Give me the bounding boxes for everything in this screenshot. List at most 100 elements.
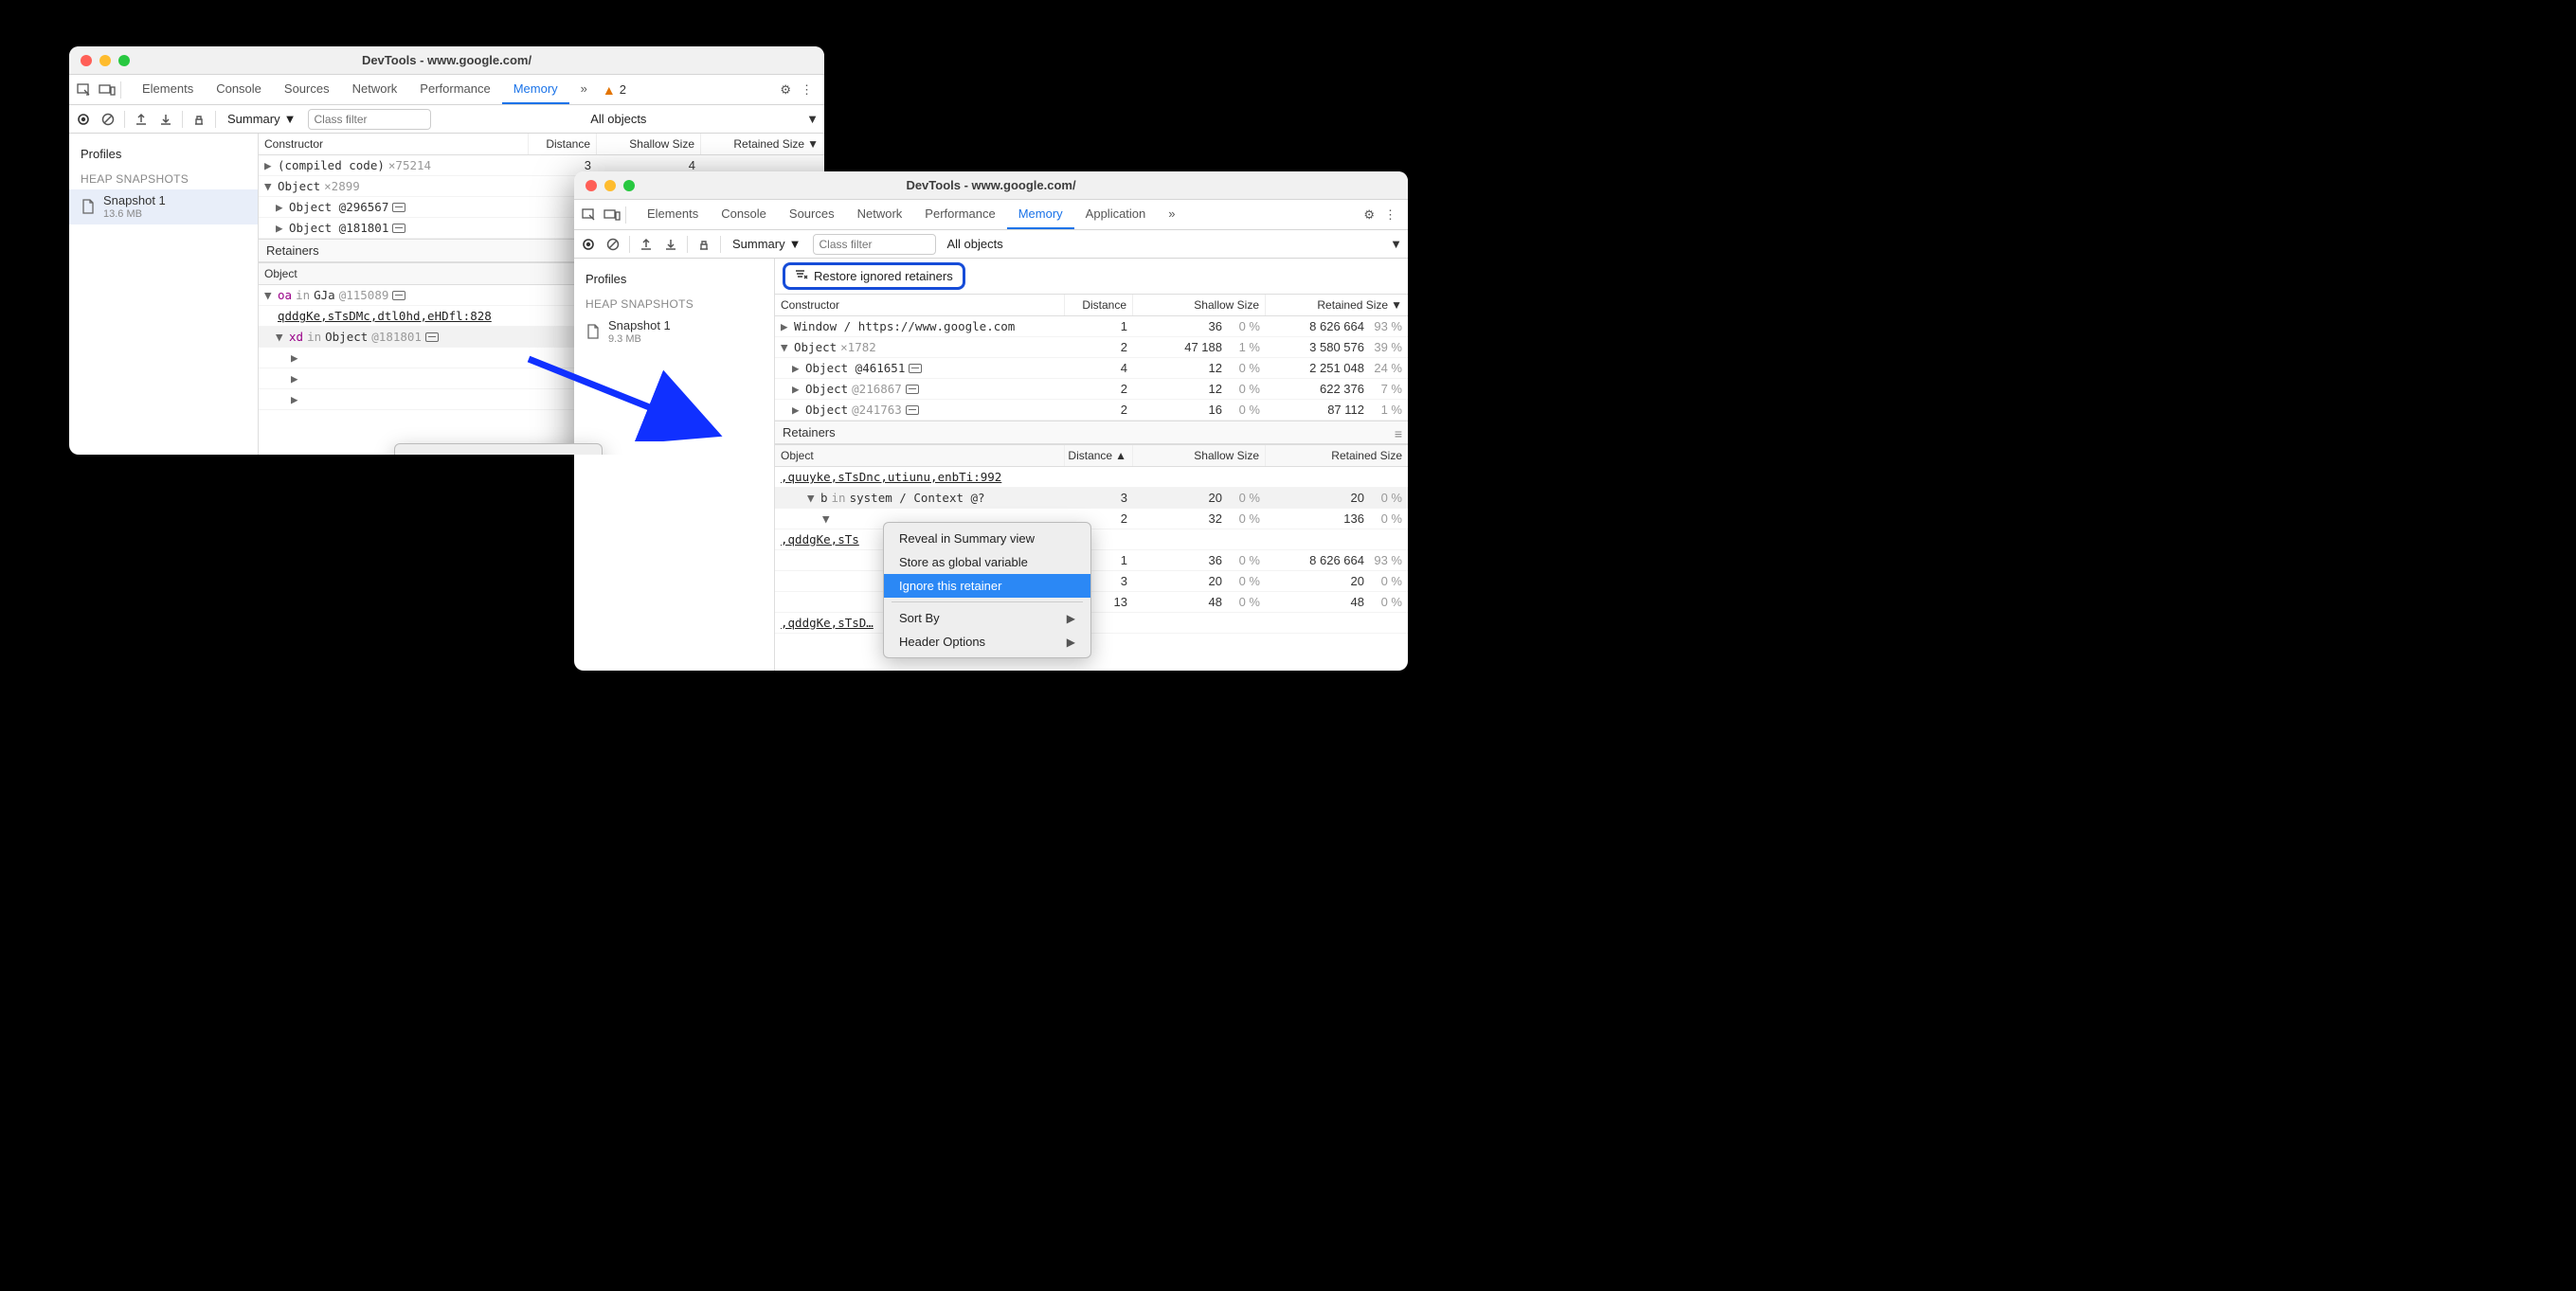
col-distance[interactable]: Distance▲ [1065,445,1133,466]
issues-badge[interactable]: ▲2 [603,75,626,104]
tab-console[interactable]: Console [205,75,273,104]
col-shallow[interactable]: Shallow Size [597,134,701,154]
import-icon[interactable] [157,111,174,128]
export-icon[interactable] [133,111,150,128]
table-row[interactable]: 13480 %480 % [775,592,1408,613]
titlebar[interactable]: DevTools - www.google.com/ [69,46,824,75]
object-icon [909,364,922,373]
export-icon[interactable] [638,236,655,253]
sidebar-item-snapshot[interactable]: Snapshot 1 13.6 MB [69,189,258,224]
tab-network[interactable]: Network [341,75,409,104]
col-retained[interactable]: Retained Size [1266,445,1408,466]
grid-rows: ▶ Window / https://www.google.com1360 %8… [775,316,1408,421]
col-constructor[interactable]: Constructor [775,295,1065,315]
ctx-reveal[interactable]: Reveal in Summary view [884,527,1090,550]
sidebar-toggle-icon[interactable]: ≡ [1395,426,1402,441]
tab-application[interactable]: Application [1074,200,1158,229]
minimize-icon[interactable] [99,55,111,66]
ctx-header-options[interactable]: Header Options▶ [884,630,1090,654]
device-toggle-icon[interactable] [98,81,117,99]
close-icon[interactable] [81,55,92,66]
sort-desc-icon: ▼ [807,137,819,151]
col-shallow[interactable]: Shallow Size [1133,295,1266,315]
divider [182,111,183,128]
table-row[interactable]: ,quuyke,sTsDnc,utiunu,enbTi:992 [775,467,1408,488]
divider [625,206,626,224]
scope-select[interactable]: All objects [586,110,650,128]
chevron-down-icon[interactable]: ▼ [1390,237,1402,251]
gear-icon[interactable]: ⚙ [780,82,791,98]
table-row[interactable]: ▶ Object @461651 4120 %2 251 04824 % [775,358,1408,379]
inspect-icon[interactable] [75,81,94,99]
table-row[interactable]: ▶ Object @216867 2120 %622 3767 % [775,379,1408,400]
col-retained[interactable]: Retained Size ▼ [1266,295,1408,315]
tab-elements[interactable]: Elements [131,75,205,104]
sidebar-item-snapshot[interactable]: Snapshot 19.3 MB [574,314,774,350]
ctx-reveal[interactable]: Reveal in Summary view [395,448,602,455]
table-row[interactable]: ,qddgKe,sTsD… [775,613,1408,634]
table-row[interactable]: ▼ 2320 %1360 % [775,509,1408,529]
gear-icon[interactable]: ⚙ [1363,207,1375,223]
record-icon[interactable] [75,111,92,128]
tab-sources[interactable]: Sources [778,200,846,229]
clear-icon[interactable] [604,236,621,253]
chevron-down-icon: ▼ [789,237,802,251]
import-icon[interactable] [662,236,679,253]
chevron-right-icon: ▶ [1067,636,1075,649]
clear-icon[interactable] [99,111,117,128]
kebab-icon[interactable]: ⋮ [801,82,813,98]
table-row[interactable]: 3200 %200 % [775,571,1408,592]
tab-console[interactable]: Console [710,200,778,229]
titlebar[interactable]: DevTools - www.google.com/ [574,171,1408,200]
table-row[interactable]: ▶ Window / https://www.google.com1360 %8… [775,316,1408,337]
table-row[interactable]: ▼ Object ×1782247 1881 %3 580 57639 % [775,337,1408,358]
class-filter-input[interactable] [813,234,936,255]
tab-elements[interactable]: Elements [636,200,710,229]
view-select[interactable]: Summary▼ [224,110,300,128]
table-row[interactable]: ▼ b in system / Context @?3200 %200 % [775,488,1408,509]
tabs-overflow-button[interactable]: » [1157,200,1186,229]
close-icon[interactable] [585,180,597,191]
inspect-icon[interactable] [580,206,599,224]
col-object[interactable]: Object [775,445,1065,466]
tab-sources[interactable]: Sources [273,75,341,104]
zoom-icon[interactable] [623,180,635,191]
col-shallow[interactable]: Shallow Size [1133,445,1266,466]
scope-select[interactable]: All objects [944,235,1007,253]
kebab-icon[interactable]: ⋮ [1384,207,1396,223]
tab-performance[interactable]: Performance [913,200,1006,229]
window-title: DevTools - www.google.com/ [574,178,1408,192]
tab-memory[interactable]: Memory [1007,200,1074,229]
chevron-down-icon[interactable]: ▼ [806,112,819,126]
record-icon[interactable] [580,236,597,253]
device-toggle-icon[interactable] [603,206,621,224]
zoom-icon[interactable] [118,55,130,66]
object-icon [392,203,405,212]
warning-count: 2 [620,82,626,97]
object-icon [906,405,919,415]
tab-network[interactable]: Network [846,200,914,229]
tabs-overflow-button[interactable]: » [569,75,599,104]
table-row[interactable]: 1360 %8 626 66493 % [775,550,1408,571]
tab-performance[interactable]: Performance [408,75,501,104]
snapshot-size: 9.3 MB [608,333,671,346]
tab-memory[interactable]: Memory [502,75,569,104]
ctx-store-global[interactable]: Store as global variable [884,550,1090,574]
class-filter-input[interactable] [308,109,431,130]
view-select[interactable]: Summary▼ [729,235,805,253]
filter-clear-icon [795,269,808,283]
grid-header: Constructor Distance Shallow Size Retain… [775,295,1408,316]
snapshot-name: Snapshot 1 [103,193,166,208]
col-constructor[interactable]: Constructor [259,134,529,154]
gc-icon[interactable] [695,236,712,253]
table-row[interactable]: ▶ Object @241763 2160 %87 1121 % [775,400,1408,421]
gc-icon[interactable] [190,111,207,128]
minimize-icon[interactable] [604,180,616,191]
col-retained[interactable]: Retained Size ▼ [701,134,824,154]
restore-ignored-retainers-button[interactable]: Restore ignored retainers [783,262,965,290]
table-row[interactable]: ,qddgKe,sTs [775,529,1408,550]
ctx-ignore-retainer[interactable]: Ignore this retainer [884,574,1090,598]
col-distance[interactable]: Distance [529,134,597,154]
col-distance[interactable]: Distance [1065,295,1133,315]
ctx-sort-by[interactable]: Sort By▶ [884,606,1090,630]
